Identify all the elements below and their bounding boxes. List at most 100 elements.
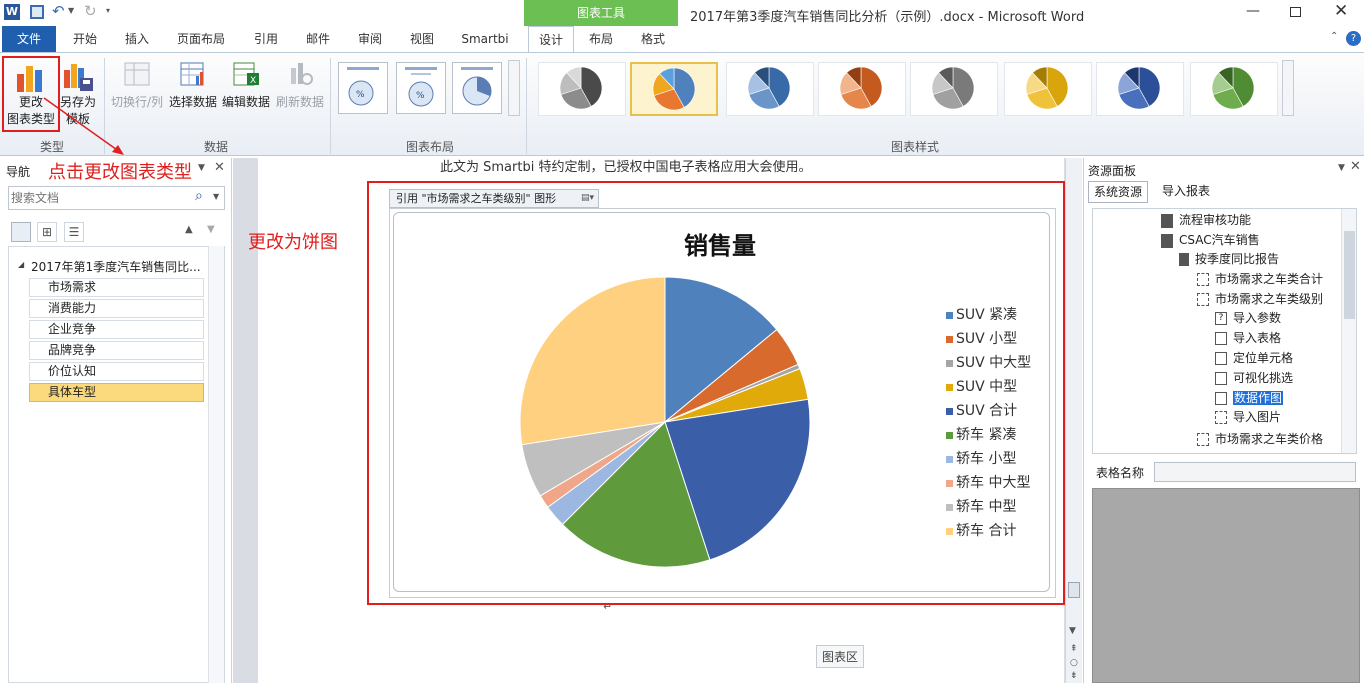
report-icon xyxy=(1197,273,1209,286)
nav-item-price[interactable]: 价位认知 xyxy=(29,362,204,381)
resource-tree-scrollbar[interactable] xyxy=(1341,209,1356,453)
ribbon-minimize-icon[interactable]: ⌃ xyxy=(1330,31,1338,42)
prev-page-icon[interactable]: ⇞ xyxy=(1070,644,1078,654)
nav-pages-view-icon[interactable]: ⊞ xyxy=(37,222,57,242)
tab-mailings[interactable]: 邮件 xyxy=(296,26,340,52)
minimize-icon[interactable]: — xyxy=(1246,3,1260,19)
tab-home[interactable]: 开始 xyxy=(62,26,108,52)
nav-collapse-icon[interactable]: ◢ xyxy=(18,260,24,269)
chart-style-option[interactable] xyxy=(630,62,718,116)
refresh-data-icon xyxy=(291,63,313,85)
tab-smartbi[interactable]: Smartbi xyxy=(452,26,518,52)
chart-style-pie-icon xyxy=(652,67,696,111)
nav-item-consumption[interactable]: 消费能力 xyxy=(29,299,204,318)
document-scrollbar[interactable]: ▼ ⇞ ○ ⇟ xyxy=(1065,158,1082,683)
refresh-data-label: 刷新数据 xyxy=(275,95,324,109)
report-icon xyxy=(1197,433,1209,446)
tab-insert[interactable]: 插入 xyxy=(114,26,160,52)
tree-item-selected[interactable]: 数据作图 xyxy=(1215,389,1284,406)
tab-format[interactable]: 格式 xyxy=(630,26,676,52)
search-icon[interactable]: ⌕ xyxy=(195,188,203,204)
nav-headings-view-icon[interactable] xyxy=(11,222,31,242)
chart-style-option[interactable] xyxy=(1096,62,1184,116)
chart-style-option[interactable] xyxy=(538,62,626,116)
chart-layout-3[interactable] xyxy=(452,62,502,114)
tree-item[interactable]: 定位单元格 xyxy=(1215,349,1293,366)
click-change-type-note: 点击更改图表类型 xyxy=(48,162,192,183)
tree-item[interactable]: 导入表格 xyxy=(1215,329,1281,346)
tree-folder-icon xyxy=(1161,213,1173,228)
edit-data-button[interactable]: X 编辑数据 xyxy=(220,58,272,114)
tree-item[interactable]: CSAC汽车销售 xyxy=(1161,231,1260,248)
tab-import-report[interactable]: 导入报表 xyxy=(1154,181,1218,203)
layout-gallery-scroll[interactable] xyxy=(508,60,520,116)
word-app-icon[interactable]: W xyxy=(4,4,20,20)
tab-file[interactable]: 文件 xyxy=(2,26,56,52)
edit-data-label: 编辑数据 xyxy=(221,95,270,109)
chart-style-pie-icon xyxy=(1025,66,1069,110)
svg-text:X: X xyxy=(250,76,256,86)
nav-prev-icon[interactable]: ▲ xyxy=(185,224,193,235)
restore-icon[interactable] xyxy=(1290,7,1301,17)
tab-layout[interactable]: 布局 xyxy=(578,26,624,52)
chart-style-option[interactable] xyxy=(726,62,814,116)
tab-system-resources[interactable]: 系统资源 xyxy=(1088,181,1148,203)
res-options-icon[interactable]: ▼ xyxy=(1338,163,1345,173)
table-name-input[interactable] xyxy=(1154,462,1356,482)
chart-style-option[interactable] xyxy=(818,62,906,116)
scroll-down-icon[interactable]: ▼ xyxy=(1069,626,1076,636)
chart-layout-2[interactable]: % xyxy=(396,62,446,114)
nav-next-icon[interactable]: ▼ xyxy=(207,224,215,235)
nav-item-market-demand[interactable]: 市场需求 xyxy=(29,278,204,297)
tab-review[interactable]: 审阅 xyxy=(348,26,392,52)
nav-options-icon[interactable]: ▼ xyxy=(198,163,205,173)
scroll-thumb[interactable] xyxy=(1068,582,1080,598)
browse-object-icon[interactable]: ○ xyxy=(1070,658,1078,668)
chart-area-tooltip: 图表区 xyxy=(816,645,865,668)
nav-scrollbar[interactable] xyxy=(208,246,224,683)
tab-references[interactable]: 引用 xyxy=(244,26,288,52)
tree-item[interactable]: 市场需求之车类价格 xyxy=(1197,430,1323,447)
tree-item[interactable]: 导入图片 xyxy=(1215,408,1281,425)
tree-item[interactable]: 市场需求之车类级别 xyxy=(1197,290,1323,307)
undo-dropdown-icon[interactable]: ▼ xyxy=(68,6,74,15)
chart-style-pie-icon xyxy=(1211,66,1255,110)
style-gallery-scroll[interactable] xyxy=(1282,60,1294,116)
close-icon[interactable]: ✕ xyxy=(1334,1,1348,21)
tree-item[interactable]: 市场需求之车类合计 xyxy=(1197,270,1323,287)
tree-item[interactable]: 流程审核功能 xyxy=(1161,211,1251,228)
save-icon[interactable] xyxy=(30,5,44,19)
tree-item[interactable]: 按季度同比报告 xyxy=(1179,250,1279,267)
svg-text:%: % xyxy=(356,90,365,100)
group-separator xyxy=(526,58,527,154)
chart-style-option[interactable] xyxy=(910,62,998,116)
tree-item[interactable]: ? 导入参数 xyxy=(1215,309,1281,326)
undo-icon[interactable]: ↶ xyxy=(52,2,65,20)
chart-style-option[interactable] xyxy=(1004,62,1092,116)
tab-design[interactable]: 设计 xyxy=(528,26,574,53)
nav-root-item[interactable]: 2017年第1季度汽车销售同比... xyxy=(31,258,207,275)
tree-item[interactable]: 可视化挑选 xyxy=(1215,369,1293,386)
nav-item-enterprise[interactable]: 企业竞争 xyxy=(29,320,204,339)
select-data-button[interactable]: 选择数据 xyxy=(168,58,218,114)
chart-data-icon xyxy=(1215,392,1227,405)
search-dropdown-icon[interactable]: ▼ xyxy=(213,192,219,201)
next-page-icon[interactable]: ⇟ xyxy=(1070,671,1078,681)
styles-group-label: 图表样式 xyxy=(890,140,939,154)
nav-item-brand[interactable]: 品牌竞争 xyxy=(29,341,204,360)
nav-search-box[interactable]: ⌕ ▼ xyxy=(8,186,225,210)
nav-search-input[interactable] xyxy=(11,189,181,207)
chart-layout-1[interactable]: % xyxy=(338,62,388,114)
tab-page-layout[interactable]: 页面布局 xyxy=(168,26,234,52)
nav-results-view-icon[interactable]: ☰ xyxy=(64,222,84,242)
customize-qat-icon[interactable]: ▾ xyxy=(106,6,110,15)
nav-item-models[interactable]: 具体车型 xyxy=(29,383,204,402)
chart-style-option[interactable] xyxy=(1190,62,1278,116)
redo-icon[interactable]: ↻ xyxy=(84,2,97,20)
layout-1-icon: % xyxy=(347,67,379,106)
refresh-data-button[interactable]: 刷新数据 xyxy=(274,58,326,114)
nav-close-icon[interactable]: ✕ xyxy=(214,160,225,175)
help-icon[interactable]: ? xyxy=(1346,31,1361,46)
tab-view[interactable]: 视图 xyxy=(400,26,444,52)
res-close-icon[interactable]: ✕ xyxy=(1350,159,1361,174)
